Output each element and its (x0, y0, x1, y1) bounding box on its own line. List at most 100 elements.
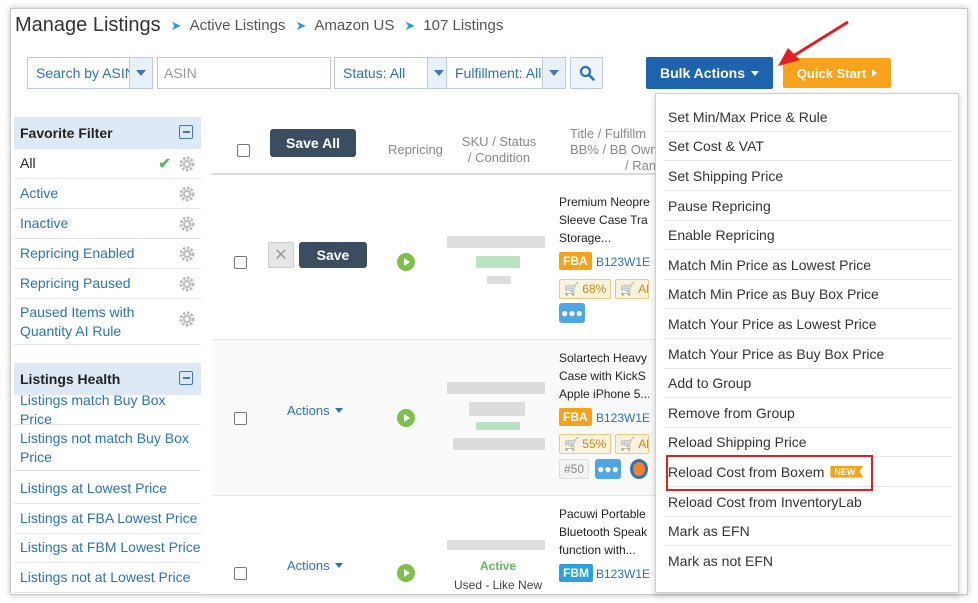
blurred-sku (469, 402, 525, 416)
status-select[interactable]: Status: All (334, 57, 451, 89)
play-icon[interactable] (397, 409, 415, 427)
filter-item-label: Paused Items with Quantity AI Rule (20, 303, 135, 339)
filter-item-paused-quantity-ai[interactable]: Paused Items with Quantity AI Rule (14, 299, 201, 345)
bulk-actions-button[interactable]: Bulk Actions (646, 57, 773, 89)
product-title-line[interactable]: Sleeve Case Tra (559, 211, 649, 229)
search-button[interactable] (570, 57, 603, 89)
save-button[interactable]: Save (299, 242, 367, 268)
chat-icon[interactable]: ●●● (595, 459, 621, 479)
row-checkbox[interactable] (234, 567, 247, 580)
select-all-checkbox[interactable] (237, 144, 250, 157)
row-actions-dropdown[interactable]: Actions (287, 403, 343, 418)
blurred-condition (487, 276, 511, 284)
breadcrumb-active-listings[interactable]: Active Listings (190, 17, 286, 34)
search-icon (579, 65, 595, 81)
product-title-line[interactable]: Solartech Heavy (559, 349, 649, 367)
menu-item-set-min-max[interactable]: Set Min/Max Price & Rule (664, 102, 952, 132)
gear-icon[interactable] (179, 216, 195, 232)
menu-item-set-shipping[interactable]: Set Shipping Price (664, 161, 952, 191)
fulfillment-badge: FBA (559, 252, 592, 270)
check-icon: ✔ (158, 155, 171, 172)
product-title-line[interactable]: Premium Neopre (559, 193, 649, 211)
product-title-line[interactable]: Case with KickS (559, 367, 649, 385)
menu-item-reload-inventorylab[interactable]: Reload Cost from InventoryLab (664, 487, 952, 517)
health-item-fba-lowest[interactable]: Listings at FBA Lowest Price (14, 504, 201, 534)
menu-item-add-group[interactable]: Add to Group (664, 368, 952, 398)
product-title-line[interactable]: function with... (559, 541, 649, 559)
gear-icon[interactable] (179, 276, 195, 292)
filter-item-inactive[interactable]: Inactive (14, 209, 201, 239)
play-icon[interactable] (397, 253, 415, 271)
chevron-down-icon (334, 563, 343, 568)
buybox-percent-pill: 🛒 68% (559, 279, 612, 299)
product-title-line[interactable]: Pacuwi Portable (559, 505, 649, 523)
chevron-right-icon: ➤ (295, 17, 307, 33)
title-header-line2: BB% / BB Owne (570, 142, 665, 157)
close-icon[interactable]: ✕ (268, 242, 294, 268)
blurred-sku (447, 382, 545, 394)
buybox-owner-pill: 🛒 Al (615, 279, 649, 299)
play-icon[interactable] (397, 564, 415, 582)
blurred-sku (447, 540, 545, 550)
menu-item-match-your-buybox[interactable]: Match Your Price as Buy Box Price (664, 339, 952, 369)
menu-item-match-min-buybox[interactable]: Match Min Price as Buy Box Price (664, 279, 952, 309)
gear-icon[interactable] (179, 311, 195, 327)
health-item-label: Listings at FBA Lowest Price (20, 510, 198, 526)
chevron-right-icon (872, 69, 878, 77)
asin-link[interactable]: B123W1E (596, 411, 650, 425)
fulfillment-badge: FBA (559, 408, 592, 426)
chat-icon[interactable]: ●●● (559, 303, 585, 323)
filter-item-active[interactable]: Active (14, 179, 201, 209)
row-actions-label: Actions (287, 403, 330, 418)
asin-link[interactable]: B123W1E (596, 255, 650, 269)
chevron-down-icon (129, 58, 152, 88)
buybox-percent: 55% (582, 437, 607, 451)
filter-item-label: Active (20, 185, 59, 201)
collapse-icon[interactable] (179, 371, 193, 385)
menu-item-mark-not-efn[interactable]: Mark as not EFN (664, 546, 952, 576)
product-title-line[interactable]: Bluetooth Speak (559, 523, 649, 541)
gear-icon[interactable] (179, 156, 195, 172)
rank-pill: #50 (559, 459, 590, 479)
repricing-header: Repricing (388, 142, 443, 157)
health-item-fbm-lowest[interactable]: Listings at FBM Lowest Price (14, 533, 201, 563)
row-actions-dropdown[interactable]: Actions (287, 558, 343, 573)
health-item-lowest-price[interactable]: Listings at Lowest Price (14, 474, 201, 504)
health-item-not-lowest[interactable]: Listings not at Lowest Price (14, 563, 201, 593)
menu-item-match-your-lowest[interactable]: Match Your Price as Lowest Price (664, 309, 952, 339)
browser-icon[interactable] (630, 459, 648, 479)
menu-item-remove-group[interactable]: Remove from Group (664, 398, 952, 428)
blurred-sku (447, 236, 545, 248)
breadcrumb-marketplace[interactable]: Amazon US (314, 17, 394, 34)
status-select-label: Status: All (343, 65, 406, 81)
asin-link[interactable]: B123W1E (596, 567, 650, 581)
asin-search-input[interactable]: ASIN (157, 57, 331, 89)
row-checkbox[interactable] (234, 412, 247, 425)
menu-item-enable-repricing[interactable]: Enable Repricing (664, 220, 952, 250)
menu-item-reload-shipping[interactable]: Reload Shipping Price (664, 427, 952, 457)
condition-text: Used - Like New (454, 578, 543, 592)
menu-item-match-min-lowest[interactable]: Match Min Price as Lowest Price (664, 250, 952, 280)
search-by-label: Search by ASIN (36, 65, 135, 81)
filter-item-label: Repricing Enabled (20, 245, 135, 261)
product-title-line[interactable]: Storage... (559, 229, 649, 247)
row-checkbox[interactable] (234, 256, 247, 269)
listings-health-title: Listings Health (20, 371, 121, 387)
search-by-select[interactable]: Search by ASIN (27, 57, 153, 89)
gear-icon[interactable] (179, 186, 195, 202)
health-item-match-buybox[interactable]: Listings match Buy Box Price (14, 392, 201, 427)
collapse-icon[interactable] (179, 125, 193, 139)
health-item-not-match-buybox[interactable]: Listings not match Buy Box Price (14, 425, 201, 471)
fulfillment-select[interactable]: Fulfillment: All (446, 57, 566, 89)
blurred-status (476, 256, 520, 268)
menu-item-pause-repricing[interactable]: Pause Repricing (664, 191, 952, 221)
filter-item-repricing-paused[interactable]: Repricing Paused (14, 269, 201, 299)
menu-item-mark-efn[interactable]: Mark as EFN (664, 516, 952, 546)
blurred-status (476, 422, 520, 430)
filter-item-repricing-enabled[interactable]: Repricing Enabled (14, 239, 201, 269)
menu-item-set-cost-vat[interactable]: Set Cost & VAT (664, 131, 952, 161)
filter-item-all[interactable]: All ✔ (14, 149, 201, 179)
product-title-line[interactable]: Apple iPhone 5... (559, 385, 649, 403)
gear-icon[interactable] (179, 246, 195, 262)
save-all-button[interactable]: Save All (270, 129, 356, 157)
